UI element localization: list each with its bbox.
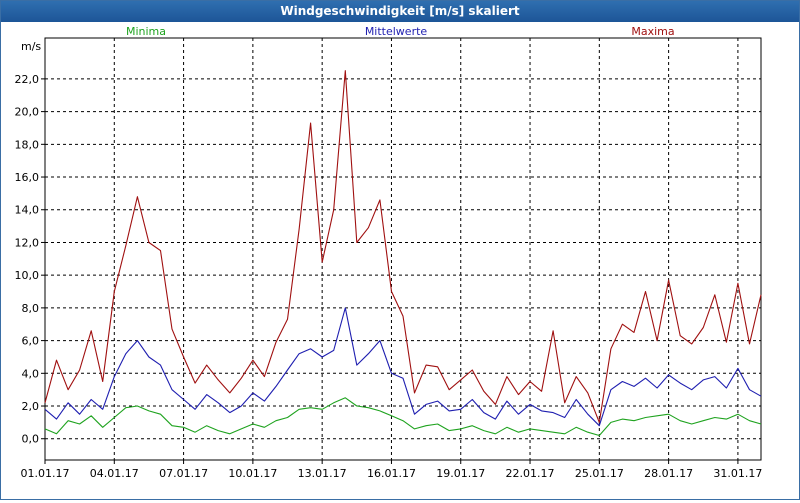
x-tick-label: 16.01.17 xyxy=(367,467,416,480)
x-tick-label: 07.01.17 xyxy=(159,467,208,480)
y-tick-label: 4,0 xyxy=(22,367,40,380)
x-tick-label: 13.01.17 xyxy=(298,467,347,480)
y-tick-label: 6,0 xyxy=(22,335,40,348)
wind-speed-chart: 0,0 2,0 4,0 6,0 8,0 10,0 12,0 14,0 16,0 18,0 20,0 2… xyxy=(15,25,763,480)
y-tick-label: 20,0 xyxy=(15,106,40,119)
y-tick-label: 16,0 xyxy=(15,171,40,184)
window-title: Windgeschwindigkeit [m/s] skaliert xyxy=(1,1,799,22)
y-tick-label: 22,0 xyxy=(15,73,40,86)
x-tick-label: 28.01.17 xyxy=(644,467,693,480)
y-tick-label: 0,0 xyxy=(22,433,40,446)
y-axis-label: m/s xyxy=(21,40,41,53)
legend-entry: Maxima xyxy=(631,25,674,38)
y-tick-label: 2,0 xyxy=(22,400,40,413)
plot-frame xyxy=(44,37,762,461)
y-tick-label: 10,0 xyxy=(15,269,40,282)
y-tick-label: 14,0 xyxy=(15,204,40,217)
x-tick-label: 25.01.17 xyxy=(575,467,624,480)
x-tick-label: 31.01.17 xyxy=(713,467,762,480)
chart-window: Windgeschwindigkeit [m/s] skaliert 0,0 2,… xyxy=(0,0,800,500)
y-tick-label: 18,0 xyxy=(15,138,40,151)
x-tick-label: 19.01.17 xyxy=(436,467,485,480)
y-tick-label: 8,0 xyxy=(22,302,40,315)
y-tick-label: 12,0 xyxy=(15,236,40,249)
x-tick-label: 01.01.17 xyxy=(21,467,70,480)
x-tick-label: 04.01.17 xyxy=(90,467,139,480)
x-tick-label: 22.01.17 xyxy=(506,467,555,480)
legend-entry: Mittelwerte xyxy=(365,25,428,38)
legend-entry: Minima xyxy=(126,25,166,38)
chart-area: 0,0 2,0 4,0 6,0 8,0 10,0 12,0 14,0 16,0 18,0 20,0 2… xyxy=(1,23,799,499)
x-tick-label: 10.01.17 xyxy=(228,467,277,480)
